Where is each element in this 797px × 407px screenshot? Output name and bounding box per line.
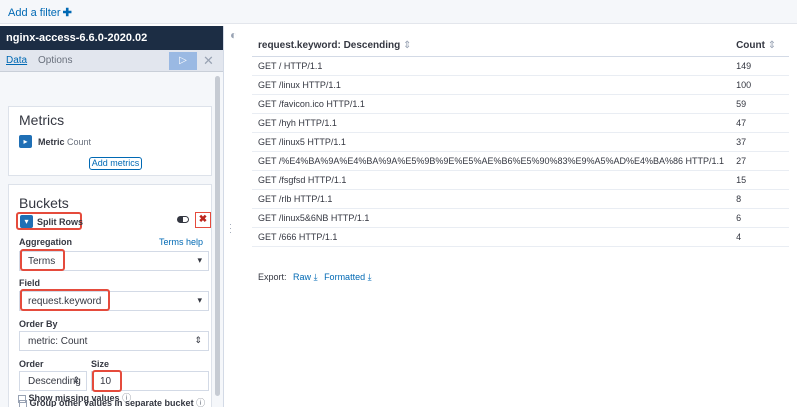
close-icon[interactable]: ✕ (203, 53, 214, 69)
sort-icon: ⇕ (403, 40, 412, 52)
remove-bucket-button[interactable]: ✖ (195, 212, 211, 228)
row-key: GET /linux HTTP/1.1 (252, 75, 731, 95)
table-row: GET /linux5&6NB HTTP/1.1 6 (252, 208, 789, 228)
collapse-icon[interactable]: ◐ (230, 28, 237, 42)
table-row: GET /fsgfsd HTTP/1.1 15 (252, 170, 789, 190)
table-row: GET /rlb HTTP/1.1 8 (252, 189, 789, 209)
chevron-down-icon: ▾ (20, 215, 33, 228)
apply-button[interactable]: ▷ (169, 52, 197, 70)
row-count: 47 (730, 113, 789, 133)
row-key: GET /rlb HTTP/1.1 (252, 189, 731, 209)
table-row: GET /666 HTTP/1.1 4 (252, 227, 789, 247)
field-label: Field (19, 278, 41, 288)
sidebar-scrollbar[interactable] (215, 76, 220, 396)
metric-value: Count (67, 137, 92, 147)
row-key: GET /favicon.ico HTTP/1.1 (252, 94, 731, 114)
row-key: GET / HTTP/1.1 (252, 56, 731, 76)
add-filter-link[interactable]: Add a filter ✚ (8, 6, 72, 19)
chevron-right-icon[interactable]: ▸ (19, 135, 32, 148)
resize-handle-icon[interactable]: · · · (229, 220, 232, 237)
column-header-count[interactable]: Count ⇕ (730, 36, 789, 57)
aggregation-label: Aggregation (19, 237, 72, 247)
add-metrics-button[interactable]: Add metrics (89, 157, 142, 170)
export-raw-link[interactable]: Raw ⤓ (293, 272, 318, 282)
chevron-down-icon: ▾ (197, 295, 202, 305)
table-row: GET /linux5 HTTP/1.1 37 (252, 132, 789, 152)
table-row: GET /hyh HTTP/1.1 47 (252, 113, 789, 133)
table-row: GET /favicon.ico HTTP/1.1 59 (252, 94, 789, 114)
field-highlight (20, 289, 110, 311)
filter-bar: Add a filter ✚ (0, 0, 797, 24)
row-key: GET /666 HTTP/1.1 (252, 227, 731, 247)
column-header-key[interactable]: request.keyword: Descending ⇕ (252, 36, 731, 57)
row-count: 15 (730, 170, 789, 190)
order-by-value: metric: Count (28, 336, 88, 347)
checkbox-icon (18, 394, 26, 403)
export-raw-label: Raw (293, 272, 312, 282)
metrics-panel: Metrics ▸ Metric Count Add metrics (8, 106, 212, 176)
help-icon[interactable]: ⓘ (196, 398, 205, 407)
row-key: GET /%E4%BA%9A%E4%BA%9A%E5%9B%9E%E5%AE%B… (252, 151, 731, 171)
tab-data[interactable]: Data (6, 55, 27, 66)
index-pattern-title: nginx-access-6.6.0-2020.02 (0, 26, 223, 50)
tab-options[interactable]: Options (38, 55, 72, 66)
sidebar-tabs: Data Options ▷ ✕ (0, 50, 223, 72)
help-icon[interactable]: ⓘ (122, 393, 131, 403)
row-key: GET /linux5&6NB HTTP/1.1 (252, 208, 731, 228)
table-row: GET / HTTP/1.1 149 (252, 56, 789, 76)
row-count: 27 (730, 151, 789, 171)
column-count-label: Count (736, 40, 765, 52)
toggle-icon[interactable] (177, 216, 189, 223)
row-count: 6 (730, 208, 789, 228)
buckets-title: Buckets (19, 195, 69, 211)
row-count: 59 (730, 94, 789, 114)
column-key-label: request.keyword: Descending (258, 40, 401, 52)
terms-help-link[interactable]: Terms help (159, 237, 203, 247)
table-row: GET /%E4%BA%9A%E4%BA%9A%E5%9B%9E%E5%AE%B… (252, 151, 789, 171)
row-count: 4 (730, 227, 789, 247)
order-by-select[interactable]: metric: Count ⇕ (19, 331, 209, 351)
row-key: GET /fsgfsd HTTP/1.1 (252, 170, 731, 190)
download-icon: ⤓ (313, 272, 318, 282)
size-label: Size (91, 359, 110, 369)
data-table: request.keyword: Descending ⇕ Count ⇕ GE… (252, 36, 789, 247)
row-count: 149 (730, 56, 789, 76)
add-filter-label: Add a filter (8, 7, 61, 19)
sidebar: nginx-access-6.6.0-2020.02 Data Options … (0, 26, 224, 407)
chevron-down-icon: ▾ (197, 255, 202, 265)
row-count: 37 (730, 132, 789, 152)
order-by-label: Order By (19, 319, 58, 329)
updown-icon: ⇕ (194, 335, 202, 345)
download-icon: ⤓ (367, 272, 372, 282)
show-missing-label: Show missing values (28, 393, 120, 403)
table-header-row: request.keyword: Descending ⇕ Count ⇕ (252, 36, 789, 57)
play-icon: ▷ (179, 55, 187, 66)
metric-name: Metric (38, 137, 65, 147)
row-key: GET /linux5 HTTP/1.1 (252, 132, 731, 152)
row-key: GET /hyh HTTP/1.1 (252, 113, 731, 133)
export-formatted-link[interactable]: Formatted ⤓ (324, 272, 372, 282)
aggregation-highlight (20, 249, 65, 271)
show-missing-checkbox[interactable]: Show missing values ⓘ (18, 391, 131, 404)
updown-icon: ⇕ (72, 375, 80, 385)
close-icon: ✖ (198, 214, 208, 225)
row-count: 100 (730, 75, 789, 95)
buckets-panel: Buckets ▾ Split Rows ✖ Aggregation Terms… (8, 184, 212, 407)
order-label: Order (19, 359, 44, 369)
split-rows-label: Split Rows (37, 217, 84, 227)
row-count: 8 (730, 189, 789, 209)
export-formatted-label: Formatted (324, 272, 366, 282)
export-label: Export: (258, 272, 287, 282)
order-select[interactable]: Descending ⇕ (19, 371, 87, 391)
split-rows-toggle[interactable]: ▾ Split Rows (16, 212, 84, 230)
table-row: GET /linux HTTP/1.1 100 (252, 75, 789, 95)
plus-icon: ✚ (62, 7, 72, 19)
export-bar: Export: Raw ⤓ Formatted ⤓ (258, 272, 372, 283)
sort-icon: ⇕ (767, 40, 777, 52)
size-highlight (92, 370, 122, 392)
metrics-title: Metrics (19, 112, 65, 128)
